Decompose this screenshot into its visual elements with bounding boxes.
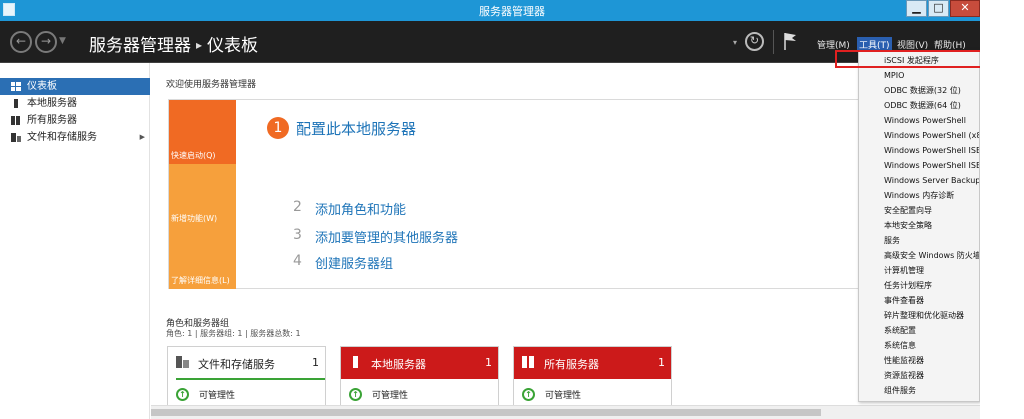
tools-menu-item[interactable]: ODBC 数据源(64 位)	[859, 98, 979, 113]
status-up-icon: ↑	[176, 388, 189, 401]
sidebar-item-label: 仪表板	[27, 81, 57, 92]
close-button[interactable]: ✕	[950, 0, 980, 17]
tools-menu-item[interactable]: Windows PowerShell (x86)	[859, 128, 979, 143]
highlight-box	[835, 50, 986, 68]
title-bar: 服务器管理器 ▁ □ ✕	[0, 0, 1024, 21]
sidebar-item-label: 文件和存储服务	[27, 132, 97, 143]
step-number: 4	[293, 253, 302, 269]
tools-menu-item[interactable]: 碎片整理和优化驱动器	[859, 308, 979, 323]
step-link[interactable]: 创建服务器组	[315, 253, 393, 272]
tile-label: 新增功能(W)	[171, 214, 218, 223]
tile-learn-more[interactable]: 了解详细信息(L)	[169, 227, 236, 289]
card-count: 1	[485, 356, 492, 369]
step-number: 1	[267, 117, 289, 139]
sidebar-item-local-server[interactable]: 本地服务器	[0, 95, 150, 112]
history-dropdown-icon[interactable]: ▼	[59, 36, 66, 46]
card-count: 1	[312, 356, 319, 369]
tools-menu-item[interactable]: ODBC 数据源(32 位)	[859, 83, 979, 98]
card-status-bar	[176, 378, 325, 380]
sidebar-item-file-storage[interactable]: 文件和存储服务 ▶	[0, 129, 150, 146]
refresh-icon[interactable]: ↻	[745, 32, 764, 51]
tools-menu-dropdown: iSCSI 发起程序 MPIO ODBC 数据源(32 位) ODBC 数据源(…	[858, 50, 980, 402]
sidebar-item-label: 本地服务器	[27, 98, 77, 109]
tools-menu-item[interactable]: 计算机管理	[859, 263, 979, 278]
header-dropdown-icon[interactable]: ▾	[733, 38, 737, 47]
sidebar-item-all-servers[interactable]: 所有服务器	[0, 112, 150, 129]
header-divider	[773, 30, 774, 54]
tools-menu-item[interactable]: 资源监视器	[859, 368, 979, 383]
tools-menu-item[interactable]: MPIO	[859, 68, 979, 83]
tools-menu-item[interactable]: 系统配置	[859, 323, 979, 338]
card-title: 文件和存储服务	[198, 358, 275, 371]
server-icon	[353, 356, 358, 368]
tile-whats-new[interactable]: 新增功能(W)	[169, 164, 236, 227]
servers-icon	[11, 116, 20, 125]
notifications-flag-icon[interactable]	[783, 32, 797, 50]
step-number: 3	[293, 227, 302, 243]
sidebar-item-label: 所有服务器	[27, 115, 77, 126]
submenu-arrow-icon[interactable]: ▶	[140, 129, 145, 146]
tools-menu-item[interactable]: 事件查看器	[859, 293, 979, 308]
step-link[interactable]: 配置此本地服务器	[296, 118, 416, 139]
tools-menu-item[interactable]: 性能监视器	[859, 353, 979, 368]
card-count: 1	[658, 356, 665, 369]
header-bar: ← → ▼ 服务器管理器 ▸ 仪表板 ▾ ↻ 管理(M) 工具(T) 视图(V) 帮…	[0, 21, 980, 63]
card-status-label[interactable]: 可管理性	[199, 388, 235, 401]
back-arrow-icon[interactable]: ←	[10, 31, 32, 53]
tools-menu-item[interactable]: 高级安全 Windows 防火墙	[859, 248, 979, 263]
breadcrumb-current: 仪表板	[207, 36, 259, 56]
tile-quick-start[interactable]: 快速启动(Q)	[169, 100, 236, 164]
step-number: 2	[293, 199, 302, 215]
step-link[interactable]: 添加要管理的其他服务器	[315, 227, 458, 246]
tools-menu-item[interactable]: Windows PowerShell ISE	[859, 143, 979, 158]
tile-label: 快速启动(Q)	[171, 151, 216, 160]
server-manager-window: 服务器管理器 ▁ □ ✕ ← → ▼ 服务器管理器 ▸ 仪表板 ▾ ↻ 管理(M) …	[0, 0, 1024, 419]
scrollbar-thumb[interactable]	[151, 409, 821, 416]
dashboard-content: 欢迎使用服务器管理器 快速启动(Q) 新增功能(W) 了解详细信息(L) 1 配…	[151, 63, 980, 419]
server-icon	[14, 99, 18, 108]
card-header[interactable]: 所有服务器 1	[514, 347, 671, 379]
forward-arrow-icon[interactable]: →	[35, 31, 57, 53]
dashboard-icon	[11, 82, 21, 91]
card-title: 所有服务器	[544, 358, 599, 371]
welcome-heading: 欢迎使用服务器管理器	[166, 80, 257, 90]
storage-icon	[11, 133, 21, 142]
breadcrumb-separator-icon: ▸	[196, 38, 203, 52]
tile-label: 了解详细信息(L)	[171, 276, 230, 285]
card-status-label[interactable]: 可管理性	[372, 388, 408, 401]
tools-menu-item[interactable]: Windows PowerShell ISE (x86)	[859, 158, 979, 173]
quick-start-panel: 快速启动(Q) 新增功能(W) 了解详细信息(L) 1 配置此本地服务器 2 添…	[168, 99, 861, 289]
card-status-label[interactable]: 可管理性	[545, 388, 581, 401]
horizontal-scrollbar[interactable]	[151, 405, 980, 419]
breadcrumb: 服务器管理器 ▸ 仪表板	[89, 31, 258, 56]
window-title: 服务器管理器	[479, 5, 545, 18]
tools-menu-item[interactable]: 服务	[859, 233, 979, 248]
tools-menu-item[interactable]: 组件服务	[859, 383, 979, 398]
desktop-edge	[980, 0, 1024, 419]
status-up-icon: ↑	[349, 388, 362, 401]
card-title: 本地服务器	[371, 358, 426, 371]
sidebar: 仪表板 本地服务器 所有服务器 文件和存储服务 ▶	[0, 63, 150, 419]
tools-menu-item[interactable]: 系统信息	[859, 338, 979, 353]
roles-summary: 角色: 1 | 服务器组: 1 | 服务器总数: 1	[166, 329, 301, 338]
minimize-button[interactable]: ▁	[906, 0, 927, 17]
card-header[interactable]: 本地服务器 1	[341, 347, 498, 379]
maximize-button[interactable]: □	[928, 0, 949, 17]
tools-menu-item[interactable]: 任务计划程序	[859, 278, 979, 293]
servers-icon	[522, 356, 534, 368]
storage-icon	[176, 356, 189, 368]
status-up-icon: ↑	[522, 388, 535, 401]
tools-menu-item[interactable]: 本地安全策略	[859, 218, 979, 233]
tools-menu-item[interactable]: 安全配置向导	[859, 203, 979, 218]
breadcrumb-root[interactable]: 服务器管理器	[89, 36, 191, 56]
card-header[interactable]: 文件和存储服务 1	[168, 347, 325, 379]
step-link[interactable]: 添加角色和功能	[315, 199, 406, 218]
tools-menu-item[interactable]: Windows Server Backup	[859, 173, 979, 188]
tools-menu-item[interactable]: Windows 内存诊断	[859, 188, 979, 203]
sidebar-item-dashboard[interactable]: 仪表板	[0, 78, 150, 95]
tools-menu-item[interactable]: Windows PowerShell	[859, 113, 979, 128]
